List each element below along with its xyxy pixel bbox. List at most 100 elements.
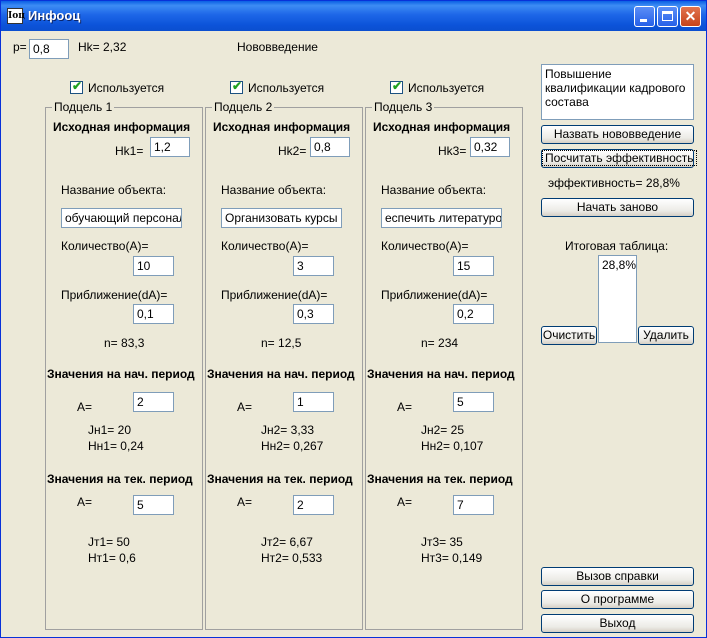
about-button[interactable]: О программе <box>541 590 694 609</box>
cur-j-value-2: Jт2= 6,67 <box>261 535 313 549</box>
used-label-1[interactable]: Используется <box>88 81 164 95</box>
summary-table-label: Итоговая таблица: <box>565 239 669 253</box>
efficiency-value: эффективность= 28,8% <box>548 176 680 190</box>
start-a-input-3[interactable]: 5 <box>453 392 494 412</box>
cur-a-label-2: A= <box>237 495 253 509</box>
hk-total-text: Hk= 2,32 <box>78 40 127 54</box>
p-label: р= <box>13 40 27 54</box>
checkmark-icon: ✔ <box>72 79 83 93</box>
approx-input-1[interactable]: 0,1 <box>133 304 174 324</box>
used-checkbox-2[interactable]: ✔ <box>230 79 243 94</box>
subgoal-group-1: Подцель 1 Исходная информация Hk1= 1,2 Н… <box>45 100 203 630</box>
start-h-value-3: Hн2= 0,107 <box>421 439 484 453</box>
object-name-label-2: Название объекта: <box>221 183 327 197</box>
name-innovation-button[interactable]: Назвать нововведение <box>541 125 694 144</box>
cur-period-header-1: Значения на тек. период <box>47 472 193 486</box>
approx-label-1: Приближение(dA)= <box>61 288 168 302</box>
source-info-header-3: Исходная информация <box>373 120 511 134</box>
list-item[interactable]: 28,8% <box>602 258 636 272</box>
subgoal-caption-1: Подцель 1 <box>52 100 115 114</box>
start-j-value-3: Jн2= 25 <box>421 423 464 437</box>
hk-label-3: Hk3= <box>438 144 467 158</box>
approx-input-2[interactable]: 0,3 <box>293 304 334 324</box>
used-checkbox-3[interactable]: ✔ <box>390 79 403 94</box>
start-period-header-3: Значения на нач. период <box>367 367 515 381</box>
source-info-header-2: Исходная информация <box>213 120 351 134</box>
quantity-input-1[interactable]: 10 <box>133 256 174 276</box>
approx-label-3: Приближение(dA)= <box>381 288 488 302</box>
maximize-icon <box>662 11 673 21</box>
hk-label-2: Hk2= <box>278 144 307 158</box>
help-button[interactable]: Вызов справки <box>541 567 694 586</box>
cur-period-header-2: Значения на тек. период <box>207 472 353 486</box>
calculate-efficiency-label: Посчитать эффективность <box>542 150 697 166</box>
innovation-label: Нововведение <box>237 40 318 54</box>
title-bar[interactable]: Iоц Инфооц ✕ <box>1 1 706 31</box>
cur-h-value-2: Hт2= 0,533 <box>261 551 323 565</box>
checkmark-icon: ✔ <box>232 79 243 93</box>
innovation-memo[interactable]: Повышение квалификации кадрового состава <box>541 64 694 120</box>
hk-label-1: Hk1= <box>115 144 144 158</box>
n-value-3: n= 234 <box>421 336 459 350</box>
start-h-value-2: Hн2= 0,267 <box>261 439 324 453</box>
hk-input-3[interactable]: 0,32 <box>470 137 510 157</box>
exit-button[interactable]: Выход <box>541 614 694 633</box>
subgoal-caption-2: Подцель 2 <box>212 100 275 114</box>
start-a-label-1: A= <box>77 400 93 414</box>
start-period-header-1: Значения на нач. период <box>47 367 195 381</box>
restart-button[interactable]: Начать заново <box>541 198 694 217</box>
p-input[interactable]: 0,8 <box>29 39 69 59</box>
quantity-label-1: Количество(A)= <box>61 239 149 253</box>
window-title: Инфооц <box>28 8 81 23</box>
cur-a-input-3[interactable]: 7 <box>453 495 494 515</box>
used-label-2[interactable]: Используется <box>248 81 324 95</box>
subgoal-caption-3: Подцель 3 <box>372 100 435 114</box>
app-icon: Iоц <box>7 8 25 24</box>
start-a-input-2[interactable]: 1 <box>293 392 334 412</box>
calculate-efficiency-button[interactable]: Посчитать эффективность <box>541 149 697 168</box>
object-name-input-1[interactable]: обучающий персонал <box>61 208 182 228</box>
subgoal-group-3: Подцель 3 Исходная информация Hk3= 0,32 … <box>365 100 523 630</box>
start-j-value-1: Jн1= 20 <box>88 423 131 437</box>
object-name-input-3[interactable]: еспечить литературой <box>381 208 502 228</box>
hk-input-1[interactable]: 1,2 <box>150 137 190 157</box>
start-j-value-2: Jн2= 3,33 <box>261 423 314 437</box>
used-label-3[interactable]: Используется <box>408 81 484 95</box>
cur-a-input-1[interactable]: 5 <box>133 495 174 515</box>
cur-h-value-1: Hт1= 0,6 <box>88 551 136 565</box>
quantity-label-3: Количество(A)= <box>381 239 469 253</box>
source-info-header-1: Исходная информация <box>53 120 191 134</box>
minimize-button[interactable] <box>634 6 655 27</box>
hk-input-2[interactable]: 0,8 <box>310 137 350 157</box>
object-name-input-2[interactable]: Организовать курсы <box>221 208 342 228</box>
cur-period-header-3: Значения на тек. период <box>367 472 513 486</box>
start-a-label-3: A= <box>397 400 413 414</box>
n-value-1: n= 83,3 <box>104 336 145 350</box>
quantity-input-2[interactable]: 3 <box>293 256 334 276</box>
cur-j-value-3: Jт3= 35 <box>421 535 463 549</box>
start-period-header-2: Значения на нач. период <box>207 367 355 381</box>
approx-input-3[interactable]: 0,2 <box>453 304 494 324</box>
subgoal-group-2: Подцель 2 Исходная информация Hk2= 0,8 Н… <box>205 100 363 630</box>
cur-a-input-2[interactable]: 2 <box>293 495 334 515</box>
n-value-2: n= 12,5 <box>261 336 302 350</box>
object-name-label-3: Название объекта: <box>381 183 487 197</box>
quantity-input-3[interactable]: 15 <box>453 256 494 276</box>
summary-listbox[interactable]: 28,8% <box>598 255 637 343</box>
start-h-value-1: Hн1= 0,24 <box>88 439 144 453</box>
close-icon: ✕ <box>684 8 697 24</box>
cur-j-value-1: Jт1= 50 <box>88 535 130 549</box>
close-button[interactable]: ✕ <box>680 6 701 27</box>
start-a-label-2: A= <box>237 400 253 414</box>
start-a-input-1[interactable]: 2 <box>133 392 174 412</box>
cur-a-label-3: A= <box>397 495 413 509</box>
used-checkbox-1[interactable]: ✔ <box>70 79 83 94</box>
cur-a-label-1: A= <box>77 495 93 509</box>
clear-button[interactable]: Очистить <box>541 326 597 345</box>
object-name-label-1: Название объекта: <box>61 183 167 197</box>
maximize-button[interactable] <box>657 6 678 27</box>
cur-h-value-3: Hт3= 0,149 <box>421 551 483 565</box>
delete-button[interactable]: Удалить <box>638 326 694 345</box>
app-window: Iоц Инфооц ✕ р= 0,8 Hk= 2,32 Нововведени… <box>0 0 707 638</box>
quantity-label-2: Количество(A)= <box>221 239 309 253</box>
